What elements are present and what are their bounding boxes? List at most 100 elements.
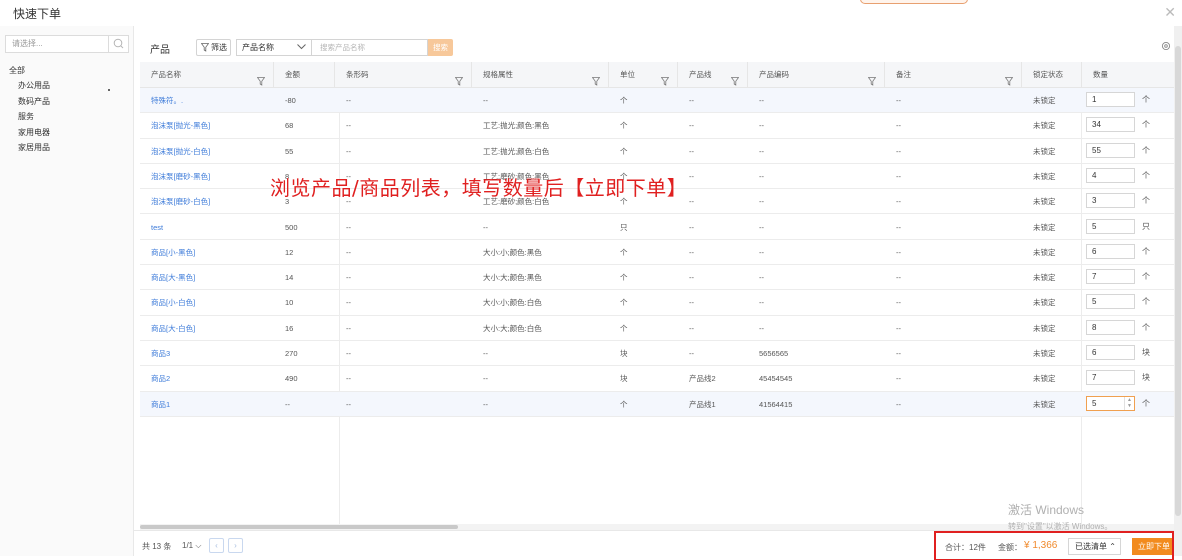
unit-cell: 块 — [620, 374, 628, 384]
quantity-input[interactable] — [1086, 319, 1135, 335]
category-item-service[interactable]: 服务 — [9, 109, 50, 125]
quantity-input[interactable] — [1086, 345, 1135, 360]
amount-cell: 14 — [285, 273, 294, 283]
note-cell: -- — [896, 399, 901, 409]
lock-status-cell: 未锁定 — [1033, 146, 1056, 156]
note-cell: -- — [896, 197, 901, 207]
unit-cell: 个 — [620, 247, 628, 257]
quantity-input[interactable] — [1086, 218, 1135, 234]
page-scrollbar-thumb[interactable] — [1175, 46, 1181, 516]
close-icon[interactable]: ✕ — [1164, 4, 1176, 21]
selected-list-button[interactable]: 已选清单 ⌃ — [1068, 538, 1121, 555]
quantity-input[interactable] — [1086, 193, 1135, 209]
product-code-cell: -- — [759, 323, 764, 333]
quantity-input[interactable] — [1086, 269, 1135, 285]
product-name-link[interactable]: 泡沫泵[抛光-黑色] — [140, 113, 274, 138]
page-scrollbar[interactable] — [1174, 26, 1182, 556]
unit-cell: 个 — [620, 96, 628, 105]
filter-button-label: 筛选 — [211, 43, 227, 52]
chevron-down-icon: ⌵ — [195, 541, 202, 550]
quantity-input[interactable] — [1086, 92, 1135, 107]
product-code-cell: -- — [759, 197, 764, 207]
column-header-unit: 单位 — [609, 62, 678, 88]
quantity-input[interactable] — [1086, 142, 1135, 158]
product-name-link[interactable]: 商品[小-白色] — [140, 290, 274, 315]
quantity-cell: 个 — [1086, 319, 1174, 337]
product-line-cell: 产品线2 — [689, 374, 716, 384]
product-name-link[interactable]: 泡沫泵[抛光-白色] — [140, 139, 274, 164]
barcode-cell: -- — [346, 349, 351, 358]
search-button[interactable]: 搜索 — [428, 39, 453, 56]
amount-cell: 16 — [285, 323, 294, 333]
column-header-qty: 数量 — [1093, 70, 1108, 79]
product-code-cell: 5656565 — [759, 349, 789, 358]
product-code-cell: -- — [759, 222, 764, 232]
filter-icon — [201, 43, 209, 52]
category-item-appliance[interactable]: 家用电器 — [9, 125, 50, 141]
product-line-cell: -- — [689, 171, 694, 181]
column-header-line: 产品线 — [678, 62, 748, 88]
quantity-input[interactable] — [1086, 370, 1135, 386]
column-header-lock: 锁定状态 — [1022, 62, 1082, 88]
table-row: 商品3 270 -- -- 块 -- 5656565 -- 未锁定 块 — [140, 341, 1174, 367]
product-name-link[interactable]: 商品2 — [140, 366, 274, 391]
field-select[interactable]: 产品名称 — [236, 39, 312, 56]
product-name-link[interactable]: 商品[大-黑色] — [140, 265, 274, 290]
search-icon[interactable] — [108, 36, 128, 52]
watermark-line1: 激活 Windows — [1008, 503, 1085, 517]
category-search-input[interactable] — [12, 39, 107, 48]
product-line-cell: -- — [689, 273, 694, 283]
quantity-input[interactable] — [1086, 243, 1135, 259]
quantity-cell: 个 — [1086, 117, 1174, 134]
product-name-link[interactable]: 商品[小-黑色] — [140, 240, 274, 265]
barcode-cell: -- — [346, 222, 351, 232]
barcode-cell: -- — [346, 323, 351, 333]
next-page-button[interactable]: › — [228, 538, 243, 553]
amount-cell: 500 — [285, 222, 298, 232]
quantity-stepper[interactable]: ▲ ▼ — [1124, 396, 1134, 410]
product-name-link[interactable]: 商品3 — [140, 341, 274, 366]
product-name-link[interactable]: test — [140, 215, 274, 240]
product-code-cell: -- — [759, 146, 764, 156]
column-header-barcode: 条形码 — [335, 62, 472, 88]
quantity-input[interactable] — [1086, 167, 1135, 183]
product-search-input[interactable] — [320, 43, 424, 52]
product-code-cell: -- — [759, 171, 764, 181]
prev-page-button[interactable]: ‹ — [209, 538, 224, 553]
gear-icon[interactable] — [1161, 41, 1171, 53]
product-name-link[interactable]: 泡沫泵[磨砂-白色] — [140, 189, 274, 214]
product-name-link[interactable]: 泡沫泵[磨砂-黑色] — [140, 164, 274, 189]
product-name-link[interactable]: 商品[大-白色] — [140, 316, 274, 341]
quantity-cell: 个 — [1086, 92, 1174, 109]
quantity-input[interactable] — [1086, 117, 1135, 133]
amount-cell: 55 — [285, 146, 294, 156]
column-header-spec: 规格属性 — [472, 62, 609, 88]
product-name-link[interactable]: 特殊符。. — [140, 88, 274, 113]
product-line-cell: -- — [689, 121, 694, 131]
column-header-amount: 金额 — [274, 62, 335, 88]
category-tree: 全部 办公用品 数码产品 服务 家用电器 家居用品 — [9, 63, 50, 156]
category-sidebar: 全部 办公用品 数码产品 服务 家用电器 家居用品 — [0, 26, 134, 556]
unit-cell: 只 — [620, 222, 628, 232]
product-line-cell: -- — [689, 222, 694, 232]
spec-cell: -- — [483, 349, 488, 358]
category-item-office[interactable]: 办公用品 — [9, 78, 50, 94]
category-root[interactable]: 全部 — [9, 63, 50, 78]
quantity-cell: 个 — [1086, 193, 1174, 210]
product-name-link[interactable]: 商品1 — [140, 392, 274, 417]
category-item-home[interactable]: 家居用品 — [9, 140, 50, 156]
total-count: 共 13 条 — [142, 542, 172, 551]
place-order-button[interactable]: 立即下单 — [1132, 538, 1172, 555]
filter-button[interactable]: 筛选 — [196, 39, 231, 56]
page-indicator[interactable]: 1/1 ⌵ — [182, 541, 201, 551]
product-line-cell: -- — [689, 298, 694, 308]
note-cell: -- — [896, 146, 901, 156]
unit-cell: 个 — [620, 146, 628, 156]
table-header: 产品名称 金额 条形码 规格属性 单位 产品线 产品编码 备注 锁定状态 数量 — [140, 62, 1174, 88]
scrollbar-thumb[interactable] — [140, 525, 458, 529]
category-item-digital[interactable]: 数码产品 — [9, 94, 50, 110]
quantity-input[interactable] — [1086, 294, 1135, 310]
product-code-cell: 41564415 — [759, 399, 793, 409]
product-line-cell: -- — [689, 323, 694, 333]
quantity-unit: 个 — [1142, 145, 1150, 155]
